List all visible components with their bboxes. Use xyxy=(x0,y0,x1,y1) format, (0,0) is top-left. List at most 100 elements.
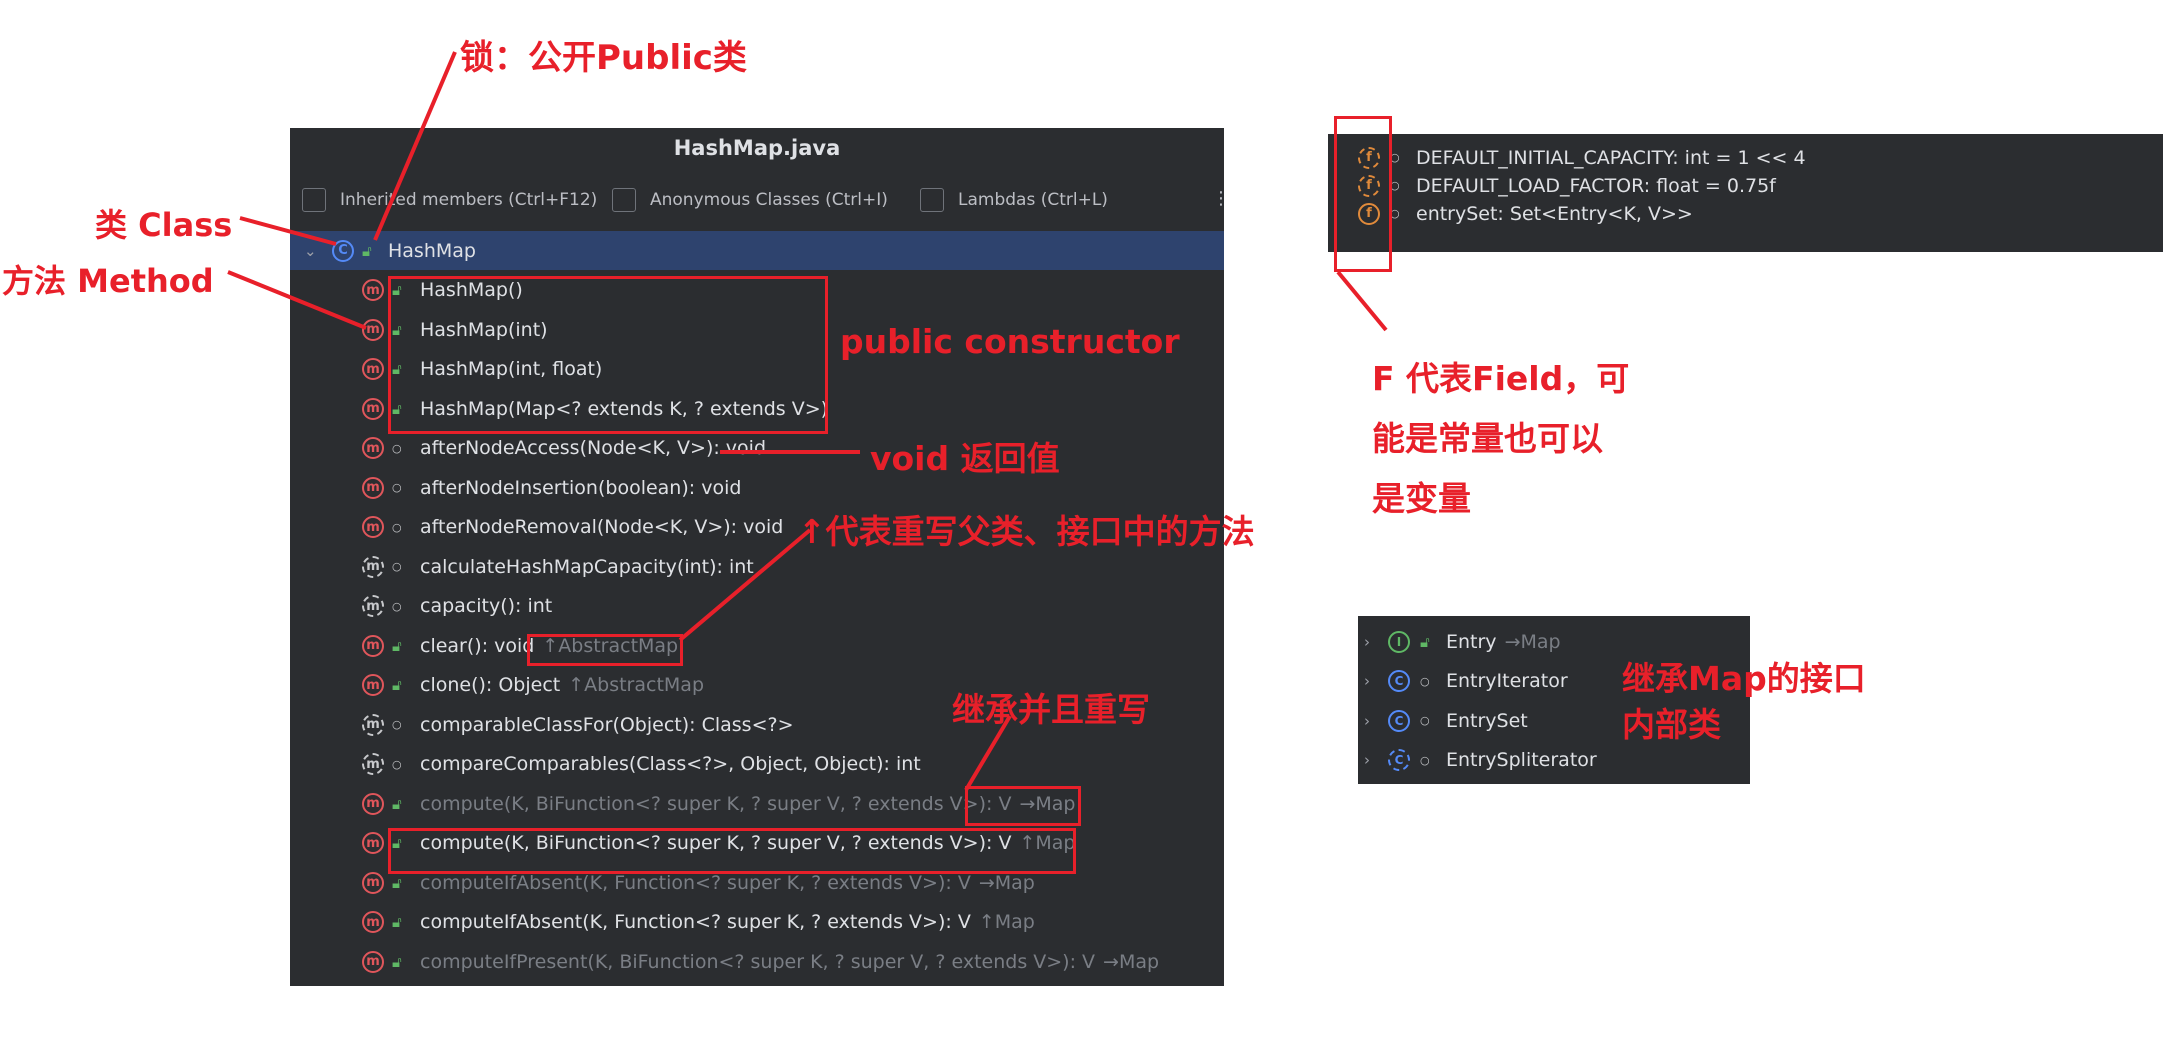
panel-title: HashMap.java xyxy=(673,136,841,160)
member-signature: comparableClassFor(Object): Class<?> xyxy=(420,714,794,736)
member-row[interactable]: m 🔓︎ computeIfAbsent(K, Function<? super K… xyxy=(290,903,1224,942)
annotation-field-line3: 是变量 xyxy=(1372,479,1471,518)
checkbox-anonymous-classes[interactable]: Anonymous Classes (Ctrl+I) xyxy=(612,188,888,212)
public-lock-icon: 🔓︎ xyxy=(392,952,402,971)
member-row[interactable]: m ○ compareComparables(Class<?>, Object, O… xyxy=(290,745,1224,784)
member-super-hint: ↑Map xyxy=(978,911,1035,933)
member-label: afterNodeRemoval(Node<K, V>): void xyxy=(420,516,784,538)
annotation-field-line1: F 代表Field，可 xyxy=(1372,359,1630,398)
package-private-icon: ○ xyxy=(1420,674,1430,688)
member-signature: afterNodeInsertion(boolean): void xyxy=(420,477,741,499)
public-lock-icon: 🔓︎ xyxy=(392,636,402,655)
highlight-constructors xyxy=(388,276,828,434)
checkbox-box[interactable] xyxy=(302,188,326,212)
member-row[interactable]: m ○ afterNodeInsertion(boolean): void xyxy=(290,468,1224,507)
method-icon: m xyxy=(362,358,384,380)
package-private-icon: ○ xyxy=(392,441,402,455)
fields-panel: f ○ DEFAULT_INITIAL_CAPACITY: int = 1 << 4… xyxy=(1328,134,2163,252)
member-signature: clone(): Object ↑AbstractMap xyxy=(420,674,704,696)
method-icon: m xyxy=(362,318,384,341)
member-label: comparableClassFor(Object): Class<?> xyxy=(420,713,794,736)
highlight-map-super xyxy=(965,786,1081,826)
method-icon: m xyxy=(362,950,384,973)
member-row[interactable]: m 🔓︎ clear(): void ↑AbstractMap xyxy=(290,626,1224,665)
member-label: computeIfAbsent(K, Function<? super K, ?… xyxy=(420,911,971,933)
chevron-down-icon[interactable]: ⌄ xyxy=(304,242,317,260)
method-icon: m xyxy=(362,832,384,854)
member-super-hint: →Map xyxy=(978,871,1035,894)
package-private-icon: ○ xyxy=(392,599,402,613)
package-private-icon: ○ xyxy=(392,757,402,771)
method-icon: m xyxy=(362,279,384,301)
inner-class-name: EntrySpliterator xyxy=(1446,749,1597,771)
checkbox-label: Inherited members (Ctrl+F12) xyxy=(340,190,598,210)
public-lock-icon: 🔓︎ xyxy=(392,913,402,931)
member-label: afterNodeInsertion(boolean): void xyxy=(420,476,742,499)
member-label: computeIfAbsent(K, Function<? super K, ?… xyxy=(420,871,971,894)
method-icon: m xyxy=(362,476,384,499)
inner-class-label: EntrySpliterator xyxy=(1446,749,1597,771)
method-icon: m xyxy=(362,792,384,815)
member-label: calculateHashMapCapacity(int): int xyxy=(420,555,754,578)
package-private-icon: ○ xyxy=(392,481,402,494)
highlight-compute-override xyxy=(388,828,1076,874)
member-label: capacity(): int xyxy=(420,595,553,617)
member-signature: computeIfAbsent(K, Function<? super K, ?… xyxy=(420,911,1035,933)
highlight-abstractmap-super xyxy=(527,634,683,666)
checkbox-box[interactable] xyxy=(920,188,944,212)
member-super-hint: ↑AbstractMap xyxy=(568,674,705,696)
package-private-icon: ○ xyxy=(392,520,402,534)
member-signature: afterNodeAccess(Node<K, V>): void xyxy=(420,437,766,459)
inner-class-label: EntryIterator xyxy=(1446,670,1568,692)
annotation-override: ↑代表重写父类、接口中的方法 xyxy=(798,512,1255,551)
public-lock-icon: 🔓︎ xyxy=(362,241,372,260)
member-row[interactable]: m 🔓︎ computeIfPresent(K, BiFunction<? supe… xyxy=(290,942,1224,981)
member-label: computeIfPresent(K, BiFunction<? super K… xyxy=(420,950,1096,973)
checkbox-inherited-members[interactable]: Inherited members (Ctrl+F12) xyxy=(302,188,597,212)
chevron-right-icon[interactable]: › xyxy=(1364,712,1370,730)
annotation-inherit-override: 继承并且重写 xyxy=(952,690,1150,729)
annotation-inner-line2: 内部类 xyxy=(1622,705,1721,744)
chevron-right-icon[interactable]: › xyxy=(1364,633,1370,651)
inner-class-row[interactable]: › C ○ EntrySpliterator xyxy=(1358,741,1750,780)
field-row[interactable]: f ○ entrySet: Set<Entry<K, V>> xyxy=(1328,194,2163,233)
member-super-hint: →Map xyxy=(1103,950,1160,973)
member-row[interactable]: m ○ afterNodeAccess(Node<K, V>): void xyxy=(290,429,1224,468)
field-label: entrySet: Set<Entry<K, V>> xyxy=(1416,202,1693,225)
checkbox-label: Lambdas (Ctrl+L) xyxy=(958,190,1108,210)
inner-class-label: Entry xyxy=(1446,630,1497,653)
annotation-method: 方法 Method xyxy=(2,262,214,300)
member-row[interactable]: m 🔓︎ compute(K, BiFunction<? super K, ? su… xyxy=(290,784,1224,823)
class-icon: C xyxy=(332,239,354,262)
method-icon: m xyxy=(362,516,384,538)
inner-class-name: Entry →Map xyxy=(1446,631,1561,653)
class-icon: C xyxy=(1388,709,1410,732)
class-icon: C xyxy=(1388,749,1410,771)
tree-node-class-hashmap[interactable]: ⌄ C 🔓︎ HashMap xyxy=(290,231,1224,270)
member-label: clear(): void xyxy=(420,634,535,657)
chevron-right-icon[interactable]: › xyxy=(1364,672,1370,690)
member-label: compareComparables(Class<?>, Object, Obj… xyxy=(420,753,921,775)
checkbox-box[interactable] xyxy=(612,188,636,212)
method-icon: m xyxy=(362,437,384,459)
member-signature: calculateHashMapCapacity(int): int xyxy=(420,556,754,578)
annotation-field-line2: 能是常量也可以 xyxy=(1372,419,1603,458)
member-signature: compareComparables(Class<?>, Object, Obj… xyxy=(420,753,921,775)
chevron-right-icon[interactable]: › xyxy=(1364,751,1370,769)
member-row[interactable]: m ○ capacity(): int xyxy=(290,587,1224,626)
inner-class-name: EntryIterator xyxy=(1446,670,1568,692)
annotation-inner-line1: 继承Map的接口 xyxy=(1622,659,1866,698)
member-label: clone(): Object xyxy=(420,674,561,696)
public-lock-icon: 🔓︎ xyxy=(392,794,402,813)
highlight-field-icons xyxy=(1334,116,1392,272)
member-label: compute(K, BiFunction<? super K, ? super… xyxy=(420,792,1012,815)
inner-class-super-hint: →Map xyxy=(1504,630,1561,653)
more-options-icon[interactable]: ⋮ xyxy=(1212,188,1224,209)
checkbox-lambdas[interactable]: Lambdas (Ctrl+L) xyxy=(920,188,1108,212)
class-icon: C xyxy=(1388,670,1410,692)
member-signature: afterNodeRemoval(Node<K, V>): void xyxy=(420,516,783,538)
public-lock-icon: 🔓︎ xyxy=(392,873,402,892)
annotation-lock: 锁：公开Public类 xyxy=(460,38,747,78)
static-method-icon: m xyxy=(362,555,384,578)
method-icon: m xyxy=(362,871,384,894)
